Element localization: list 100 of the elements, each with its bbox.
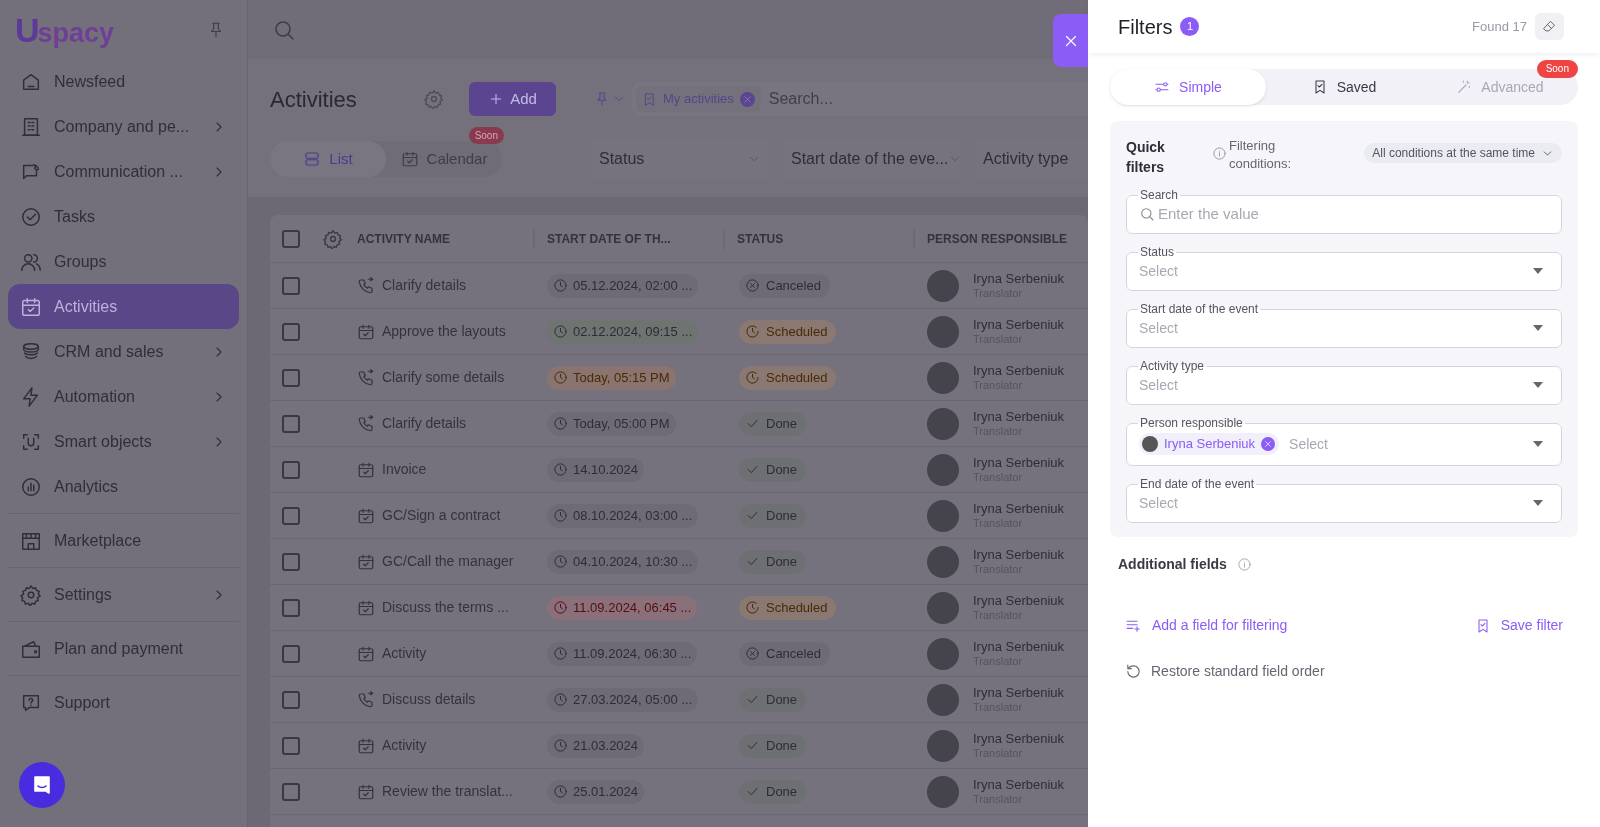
- caret-icon: [1533, 325, 1543, 331]
- nav-item[interactable]: Communication ...: [8, 149, 239, 194]
- soon-badge: Soon: [468, 127, 504, 144]
- clock-icon: [553, 278, 568, 293]
- row-checkbox[interactable]: [282, 552, 300, 571]
- soon-badge: Soon: [1536, 60, 1578, 78]
- filter-tab[interactable]: Saved: [1266, 69, 1422, 105]
- activity-name[interactable]: Approve the layouts: [382, 321, 506, 342]
- row-checkbox[interactable]: [282, 368, 300, 387]
- remove-chip-icon[interactable]: [739, 91, 755, 107]
- select-field[interactable]: Person responsible Iryna Serbeniuk Select: [1126, 417, 1562, 466]
- row-checkbox[interactable]: [282, 460, 300, 479]
- avatar: [927, 637, 959, 670]
- activity-name[interactable]: Activity: [382, 643, 427, 664]
- page-settings-button[interactable]: [424, 89, 444, 109]
- found-count: Found 17: [1472, 17, 1527, 36]
- nav-item[interactable]: Analytics: [8, 464, 239, 509]
- activity-name[interactable]: GC/Sign a contract: [382, 505, 501, 526]
- search-input[interactable]: Enter the value: [1158, 202, 1543, 226]
- nav-item[interactable]: Company and pe...: [8, 104, 239, 149]
- check-circle-icon: [20, 205, 42, 228]
- activity-name[interactable]: Clarify some details: [382, 367, 505, 388]
- activity-name[interactable]: Discuss details: [382, 689, 476, 710]
- select-field[interactable]: Activity type Select: [1126, 360, 1562, 405]
- clock-icon: [553, 692, 568, 707]
- activity-name[interactable]: Clarify details: [382, 275, 467, 296]
- add-button[interactable]: Add: [469, 82, 556, 116]
- clock-icon: [553, 646, 568, 661]
- status-badge: Done: [739, 411, 807, 436]
- conditions-dropdown[interactable]: All conditions at the same time: [1364, 143, 1562, 163]
- row-checkbox[interactable]: [282, 644, 300, 663]
- field-label: Person responsible: [1139, 417, 1244, 429]
- nav-item[interactable]: Marketplace: [8, 518, 239, 563]
- nav-item[interactable]: Support: [8, 680, 239, 725]
- avatar: [927, 591, 959, 624]
- calendar-icon: [400, 150, 419, 168]
- section-title: Quick filters: [1126, 138, 1166, 177]
- phone-icon: [357, 690, 375, 709]
- save-filter-link[interactable]: Save filter: [1474, 615, 1563, 636]
- cancel-icon: [745, 278, 760, 293]
- column-header[interactable]: PERSON RESPONSIBLE: [927, 229, 1068, 248]
- info-icon: [1236, 557, 1252, 572]
- row-checkbox[interactable]: [282, 276, 300, 295]
- magic-wand-icon: [1456, 79, 1473, 95]
- activity-name[interactable]: GC/Call the manager: [382, 551, 514, 572]
- nav-item[interactable]: Newsfeed: [8, 59, 239, 104]
- person-chip[interactable]: Iryna Serbeniuk: [1139, 433, 1280, 455]
- nav-item[interactable]: Activities: [8, 284, 239, 329]
- avatar: [927, 315, 959, 348]
- nav-item[interactable]: CRM and sales: [8, 329, 239, 374]
- select-field[interactable]: End date of the event Select: [1126, 478, 1562, 523]
- columns-settings-button[interactable]: [323, 228, 343, 249]
- clear-filters-button[interactable]: [1535, 13, 1564, 40]
- filter-tab[interactable]: Simple: [1110, 69, 1266, 105]
- column-header[interactable]: ACTIVITY NAME: [357, 229, 451, 248]
- nav-item[interactable]: Settings: [8, 572, 239, 617]
- nav-item[interactable]: Groups: [8, 239, 239, 284]
- nav-item[interactable]: Automation: [8, 374, 239, 419]
- activity-name[interactable]: Activity: [382, 735, 427, 756]
- column-header[interactable]: STATUS: [737, 229, 784, 248]
- row-checkbox[interactable]: [282, 690, 300, 709]
- start-date: 14.10.2024: [547, 457, 645, 482]
- row-checkbox[interactable]: [282, 322, 300, 341]
- remove-chip-icon[interactable]: [1261, 437, 1276, 451]
- row-checkbox[interactable]: [282, 782, 300, 801]
- close-button[interactable]: [1053, 14, 1088, 67]
- pin-dropdown[interactable]: [594, 91, 626, 107]
- select-field[interactable]: Status Select: [1126, 246, 1562, 291]
- nav-item[interactable]: Tasks: [8, 194, 239, 239]
- phone-icon: [357, 276, 375, 295]
- column-header[interactable]: START DATE OF TH...: [547, 229, 671, 248]
- row-checkbox[interactable]: [282, 506, 300, 525]
- view-tab[interactable]: List: [270, 141, 386, 177]
- row-checkbox[interactable]: [282, 414, 300, 433]
- select-all-checkbox[interactable]: [282, 229, 300, 248]
- bookmark-icon: [642, 91, 657, 107]
- clock-icon: [553, 784, 568, 799]
- add-field-link[interactable]: Add a field for filtering: [1125, 615, 1288, 636]
- status-badge: Scheduled: [739, 365, 837, 390]
- activity-name[interactable]: Invoice: [382, 459, 427, 480]
- person-name: Iryna Serbeniuk: [973, 730, 1065, 747]
- field-label: Search: [1139, 189, 1180, 201]
- status-badge: Canceled: [739, 641, 830, 666]
- activity-name[interactable]: Discuss the terms ...: [382, 597, 509, 618]
- eraser-icon: [1542, 19, 1557, 34]
- row-checkbox[interactable]: [282, 736, 300, 755]
- panel-title: Filters: [1118, 14, 1173, 40]
- activity-name[interactable]: Review the translat...: [382, 781, 513, 802]
- clock-icon: [553, 462, 568, 477]
- person-name: Iryna Serbeniuk: [973, 638, 1065, 655]
- select-field[interactable]: Start date of the event Select: [1126, 303, 1562, 348]
- filter-count-badge: 1: [1180, 17, 1200, 36]
- row-checkbox[interactable]: [282, 598, 300, 617]
- nav-item[interactable]: Plan and payment: [8, 626, 239, 671]
- start-date: 04.10.2024, 10:30 ...: [547, 549, 699, 574]
- restore-order-link[interactable]: Restore standard field order: [1125, 661, 1563, 682]
- chat-button[interactable]: [19, 762, 65, 808]
- search-field[interactable]: Search Enter the value: [1126, 189, 1562, 234]
- activity-name[interactable]: Clarify details: [382, 413, 467, 434]
- nav-item[interactable]: Smart objects: [8, 419, 239, 464]
